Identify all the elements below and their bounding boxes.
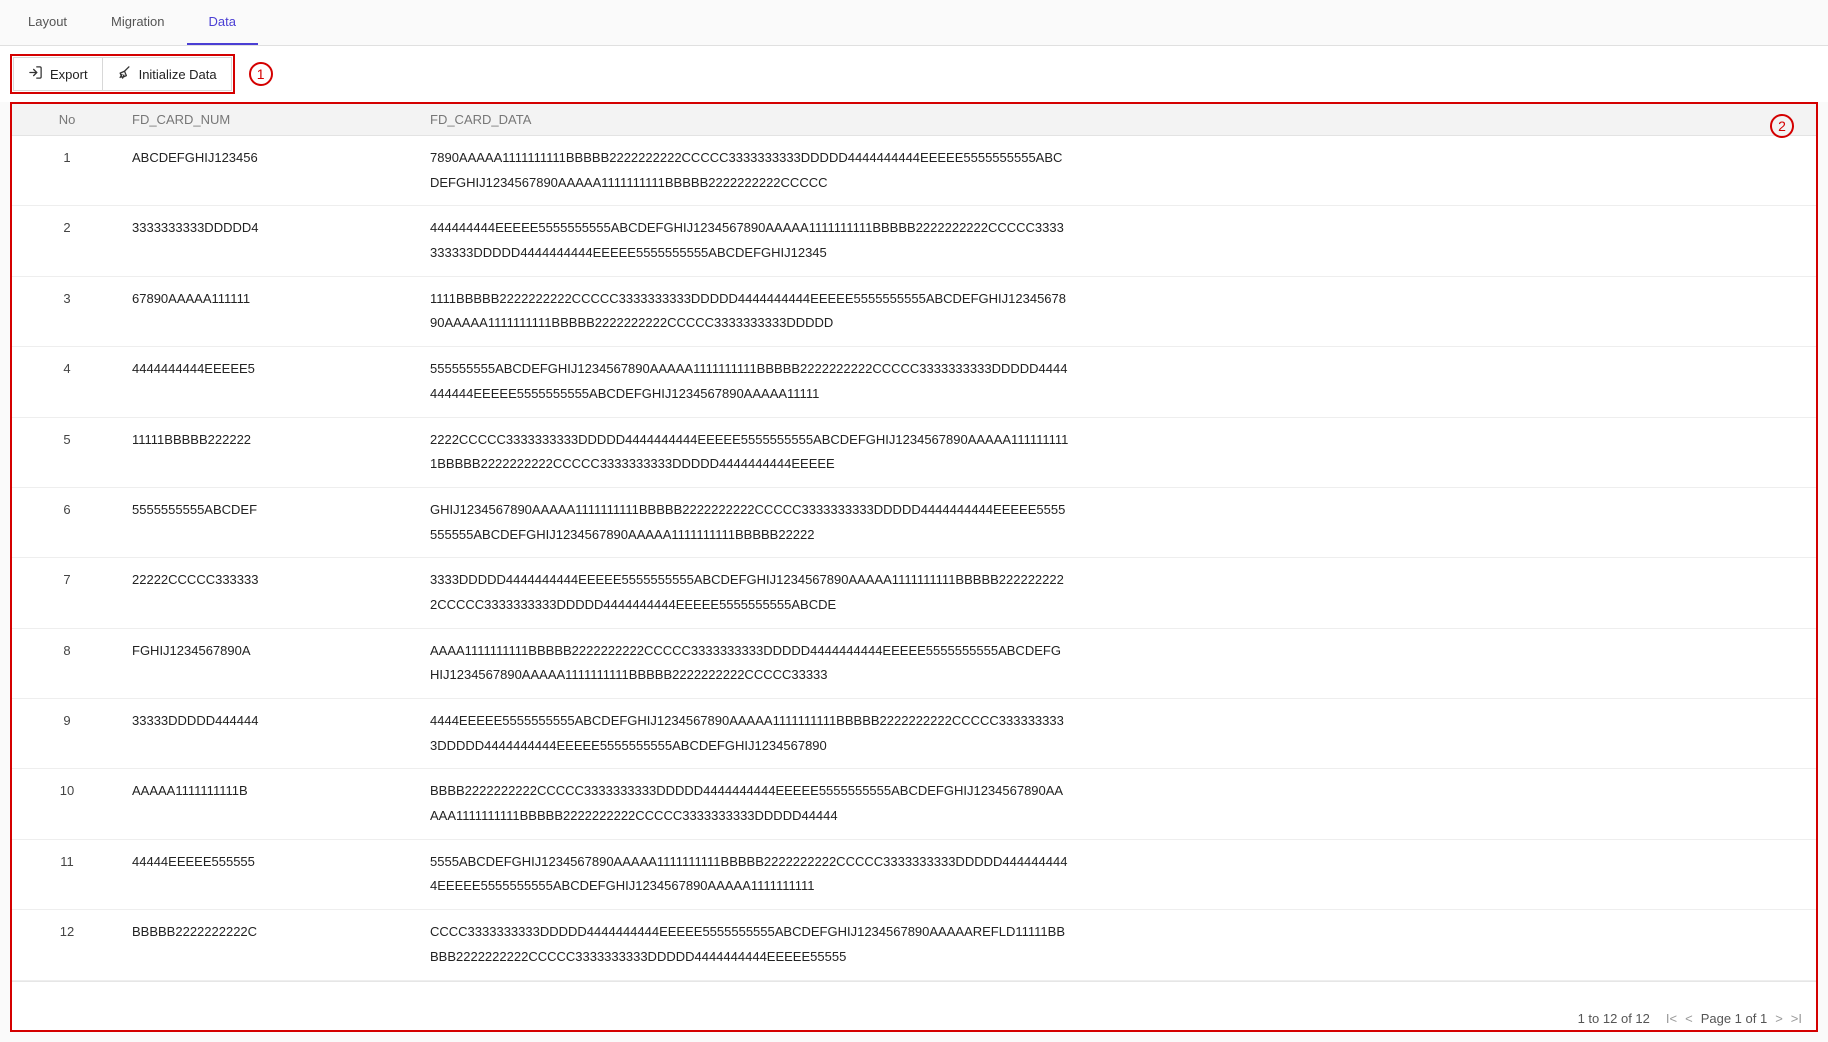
- cell-no: 1: [12, 136, 122, 206]
- cell-no: 8: [12, 628, 122, 698]
- cell-card-data: 555555555ABCDEFGHIJ1234567890AAAAA111111…: [420, 347, 1080, 417]
- cell-card-num: 11111BBBBB222222: [122, 417, 420, 487]
- cell-card-num: 22222CCCCC333333: [122, 558, 420, 628]
- col-header-spare: [1080, 104, 1816, 136]
- table-row[interactable]: 12BBBBB2222222222CCCCC3333333333DDDDD444…: [12, 910, 1816, 980]
- cell-card-num: 44444EEEEE555555: [122, 839, 420, 909]
- export-icon: [28, 65, 43, 83]
- cell-no: 2: [12, 206, 122, 276]
- pager-summary: 1 to 12 of 12: [1578, 1011, 1650, 1026]
- cell-no: 4: [12, 347, 122, 417]
- cell-card-num: FGHIJ1234567890A: [122, 628, 420, 698]
- cell-card-data: 444444444EEEEE5555555555ABCDEFGHIJ123456…: [420, 206, 1080, 276]
- pager-controls: I< < Page 1 of 1 > >I: [1666, 1011, 1802, 1026]
- tab-data[interactable]: Data: [187, 0, 258, 45]
- data-table: No FD_CARD_NUM FD_CARD_DATA 1ABCDEFGHIJ1…: [12, 104, 1816, 981]
- tab-layout[interactable]: Layout: [6, 0, 89, 45]
- cell-no: 3: [12, 276, 122, 346]
- annotation-marker-1: 1: [249, 62, 273, 86]
- table-row[interactable]: 8FGHIJ1234567890AAAAA1111111111BBBBB2222…: [12, 628, 1816, 698]
- table-row[interactable]: 65555555555ABCDEFGHIJ1234567890AAAAA1111…: [12, 487, 1816, 557]
- cell-card-data: BBBB2222222222CCCCC3333333333DDDDD444444…: [420, 769, 1080, 839]
- cell-card-data: 1111BBBBB2222222222CCCCC3333333333DDDDD4…: [420, 276, 1080, 346]
- cell-spare: [1080, 558, 1816, 628]
- table-header-row: No FD_CARD_NUM FD_CARD_DATA: [12, 104, 1816, 136]
- pager-last-icon[interactable]: >I: [1791, 1011, 1802, 1026]
- cell-spare: [1080, 276, 1816, 346]
- tab-migration[interactable]: Migration: [89, 0, 186, 45]
- cell-card-data: GHIJ1234567890AAAAA1111111111BBBBB222222…: [420, 487, 1080, 557]
- cell-card-num: 3333333333DDDDD4: [122, 206, 420, 276]
- cell-no: 9: [12, 699, 122, 769]
- col-header-no[interactable]: No: [12, 104, 122, 136]
- table-row[interactable]: 367890AAAAA1111111111BBBBB2222222222CCCC…: [12, 276, 1816, 346]
- pager-next-icon[interactable]: >: [1775, 1011, 1783, 1026]
- table-row[interactable]: 511111BBBBB2222222222CCCCC3333333333DDDD…: [12, 417, 1816, 487]
- cell-card-num: AAAAA1111111111B: [122, 769, 420, 839]
- cell-spare: [1080, 769, 1816, 839]
- annotation-marker-2: 2: [1770, 114, 1794, 138]
- export-button-label: Export: [50, 67, 88, 82]
- cell-card-data: 2222CCCCC3333333333DDDDD4444444444EEEEE5…: [420, 417, 1080, 487]
- cell-card-data: 3333DDDDD4444444444EEEEE5555555555ABCDEF…: [420, 558, 1080, 628]
- cell-card-num: ABCDEFGHIJ123456: [122, 136, 420, 206]
- horizontal-scrollbar[interactable]: [12, 981, 1816, 1005]
- table-row[interactable]: 44444444444EEEEE5555555555ABCDEFGHIJ1234…: [12, 347, 1816, 417]
- broom-icon: [117, 65, 132, 83]
- cell-no: 7: [12, 558, 122, 628]
- cell-card-data: 5555ABCDEFGHIJ1234567890AAAAA1111111111B…: [420, 839, 1080, 909]
- cell-spare: [1080, 136, 1816, 206]
- cell-card-data: 4444EEEEE5555555555ABCDEFGHIJ1234567890A…: [420, 699, 1080, 769]
- table-row[interactable]: 933333DDDDD4444444444EEEEE5555555555ABCD…: [12, 699, 1816, 769]
- annotation-box-1: Export Initialize Data: [10, 54, 235, 94]
- cell-card-num: BBBBB2222222222C: [122, 910, 420, 980]
- pager: 1 to 12 of 12 I< < Page 1 of 1 > >I: [12, 1005, 1816, 1030]
- tab-bar: Layout Migration Data: [0, 0, 1828, 46]
- table-row[interactable]: 1ABCDEFGHIJ1234567890AAAAA1111111111BBBB…: [12, 136, 1816, 206]
- cell-spare: [1080, 628, 1816, 698]
- table-row[interactable]: 10AAAAA1111111111BBBBB2222222222CCCCC333…: [12, 769, 1816, 839]
- pager-prev-icon[interactable]: <: [1685, 1011, 1693, 1026]
- cell-no: 12: [12, 910, 122, 980]
- cell-no: 6: [12, 487, 122, 557]
- col-header-card-data[interactable]: FD_CARD_DATA: [420, 104, 1080, 136]
- cell-card-data: CCCC3333333333DDDDD4444444444EEEEE555555…: [420, 910, 1080, 980]
- initialize-data-button-label: Initialize Data: [139, 67, 217, 82]
- cell-card-num: 33333DDDDD444444: [122, 699, 420, 769]
- cell-no: 11: [12, 839, 122, 909]
- cell-spare: [1080, 417, 1816, 487]
- cell-spare: [1080, 910, 1816, 980]
- table-row[interactable]: 722222CCCCC3333333333DDDDD4444444444EEEE…: [12, 558, 1816, 628]
- cell-spare: [1080, 347, 1816, 417]
- table-row[interactable]: 23333333333DDDDD4444444444EEEEE555555555…: [12, 206, 1816, 276]
- export-button[interactable]: Export: [13, 57, 103, 91]
- cell-spare: [1080, 839, 1816, 909]
- cell-spare: [1080, 487, 1816, 557]
- cell-card-num: 67890AAAAA111111: [122, 276, 420, 346]
- initialize-data-button[interactable]: Initialize Data: [103, 57, 232, 91]
- pager-page-text: Page 1 of 1: [1701, 1011, 1768, 1026]
- data-table-container: 2 No FD_CARD_NUM FD_CARD_DATA 1ABCDEFGHI…: [10, 102, 1818, 1032]
- col-header-card-num[interactable]: FD_CARD_NUM: [122, 104, 420, 136]
- cell-no: 5: [12, 417, 122, 487]
- pager-first-icon[interactable]: I<: [1666, 1011, 1677, 1026]
- cell-card-num: 5555555555ABCDEF: [122, 487, 420, 557]
- cell-card-data: 7890AAAAA1111111111BBBBB2222222222CCCCC3…: [420, 136, 1080, 206]
- cell-no: 10: [12, 769, 122, 839]
- cell-spare: [1080, 206, 1816, 276]
- cell-spare: [1080, 699, 1816, 769]
- cell-card-num: 4444444444EEEEE5: [122, 347, 420, 417]
- toolbar: Export Initialize Data 1: [0, 46, 1828, 102]
- cell-card-data: AAAA1111111111BBBBB2222222222CCCCC333333…: [420, 628, 1080, 698]
- table-row[interactable]: 1144444EEEEE5555555555ABCDEFGHIJ12345678…: [12, 839, 1816, 909]
